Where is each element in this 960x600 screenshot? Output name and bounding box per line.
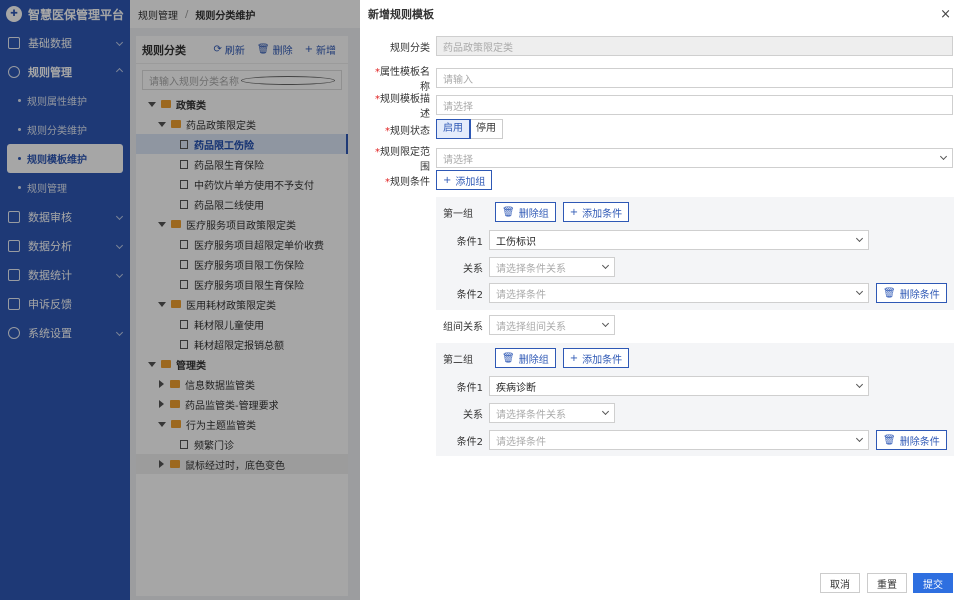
delete-group-button[interactable]: 🗑 删除组 bbox=[495, 202, 556, 222]
add-group-button[interactable]: + 添加组 bbox=[436, 170, 493, 190]
add-condition-button[interactable]: + 添加条件 bbox=[562, 202, 630, 222]
trash-icon: 🗑 bbox=[502, 352, 515, 364]
chevron-down-icon bbox=[855, 287, 864, 296]
trash-icon: 🗑 bbox=[883, 434, 896, 446]
chevron-down-icon bbox=[601, 319, 610, 328]
chevron-down-icon bbox=[601, 261, 610, 270]
condition1-label: 条件1 bbox=[456, 382, 483, 394]
plus-icon: + bbox=[569, 206, 579, 218]
status-row: *规则状态 启用 停用 bbox=[366, 119, 503, 139]
category-field: 药品政策限定类 bbox=[436, 36, 953, 56]
template-name-label: *属性模板名称 bbox=[375, 67, 430, 93]
inter-group-select[interactable]: 请选择组间关系 bbox=[489, 315, 615, 335]
template-desc-label: *规则模板描述 bbox=[375, 94, 430, 120]
template-name-row: *属性模板名称 请输入 bbox=[366, 63, 953, 93]
conditions-label: *规则条件 bbox=[385, 176, 430, 188]
status-toggle: 启用 停用 bbox=[436, 119, 503, 139]
status-label: *规则状态 bbox=[385, 125, 430, 137]
chevron-down-icon bbox=[855, 234, 864, 243]
group2-condition2-row: 条件2 请选择条件 🗑 删除条件 bbox=[443, 430, 947, 450]
condition1-select[interactable]: 工伤标识 bbox=[489, 230, 869, 250]
scope-select[interactable]: 请选择 bbox=[436, 148, 953, 168]
group1-header: 第一组 🗑 删除组 + 添加条件 bbox=[443, 202, 630, 222]
group1-condition1-row: 条件1 工伤标识 bbox=[443, 230, 869, 250]
group1-condition2-row: 条件2 请选择条件 🗑 删除条件 bbox=[443, 283, 947, 303]
relation-select[interactable]: 请选择条件关系 bbox=[489, 257, 615, 277]
chevron-down-icon bbox=[855, 434, 864, 443]
inter-group-row: 组间关系 请选择组间关系 bbox=[443, 315, 615, 335]
drawer-title: 新增规则模板 bbox=[368, 8, 434, 21]
trash-icon: 🗑 bbox=[502, 206, 515, 218]
scope-row: *规则限定范围 请选择 bbox=[366, 143, 953, 173]
chevron-down-icon bbox=[855, 380, 864, 389]
modal-overlay[interactable] bbox=[0, 0, 360, 600]
group2-condition1-row: 条件1 疾病诊断 bbox=[443, 376, 869, 396]
group1-title: 第一组 bbox=[443, 208, 473, 220]
delete-group-button[interactable]: 🗑 删除组 bbox=[495, 348, 556, 368]
relation-label: 关系 bbox=[463, 409, 483, 421]
conditions-row: *规则条件 + 添加组 bbox=[366, 170, 493, 190]
delete-condition-button[interactable]: 🗑 删除条件 bbox=[876, 283, 947, 303]
condition2-label: 条件2 bbox=[456, 436, 483, 448]
category-row: 规则分类 药品政策限定类 bbox=[366, 36, 953, 56]
inter-group-label: 组间关系 bbox=[443, 321, 483, 333]
status-enable-option[interactable]: 启用 bbox=[436, 119, 471, 139]
plus-icon: + bbox=[443, 174, 452, 186]
group2-title: 第二组 bbox=[443, 354, 473, 366]
template-desc-input[interactable]: 请选择 bbox=[436, 95, 953, 115]
template-name-input[interactable]: 请输入 bbox=[436, 68, 953, 88]
scope-label: *规则限定范围 bbox=[375, 147, 430, 173]
template-desc-row: *规则模板描述 请选择 bbox=[366, 90, 953, 120]
group1-relation-row: 关系 请选择条件关系 bbox=[443, 257, 615, 277]
condition2-select[interactable]: 请选择条件 bbox=[489, 430, 869, 450]
relation-label: 关系 bbox=[463, 263, 483, 275]
trash-icon: 🗑 bbox=[883, 287, 896, 299]
condition2-select[interactable]: 请选择条件 bbox=[489, 283, 869, 303]
relation-select[interactable]: 请选择条件关系 bbox=[489, 403, 615, 423]
chevron-down-icon bbox=[601, 407, 610, 416]
cancel-button[interactable]: 取消 bbox=[820, 573, 860, 593]
delete-condition-button[interactable]: 🗑 删除条件 bbox=[876, 430, 947, 450]
group2-header: 第二组 🗑 删除组 + 添加条件 bbox=[443, 348, 630, 368]
condition1-label: 条件1 bbox=[456, 236, 483, 248]
condition1-select[interactable]: 疾病诊断 bbox=[489, 376, 869, 396]
reset-button[interactable]: 重置 bbox=[867, 573, 907, 593]
category-label: 规则分类 bbox=[390, 42, 430, 54]
group2-relation-row: 关系 请选择条件关系 bbox=[443, 403, 615, 423]
plus-icon: + bbox=[569, 352, 579, 364]
status-disable-option[interactable]: 停用 bbox=[470, 120, 502, 138]
condition2-label: 条件2 bbox=[456, 289, 483, 301]
add-condition-button[interactable]: + 添加条件 bbox=[562, 348, 630, 368]
submit-button[interactable]: 提交 bbox=[913, 573, 953, 593]
close-icon[interactable]: × bbox=[940, 7, 951, 22]
chevron-down-icon bbox=[939, 152, 948, 161]
